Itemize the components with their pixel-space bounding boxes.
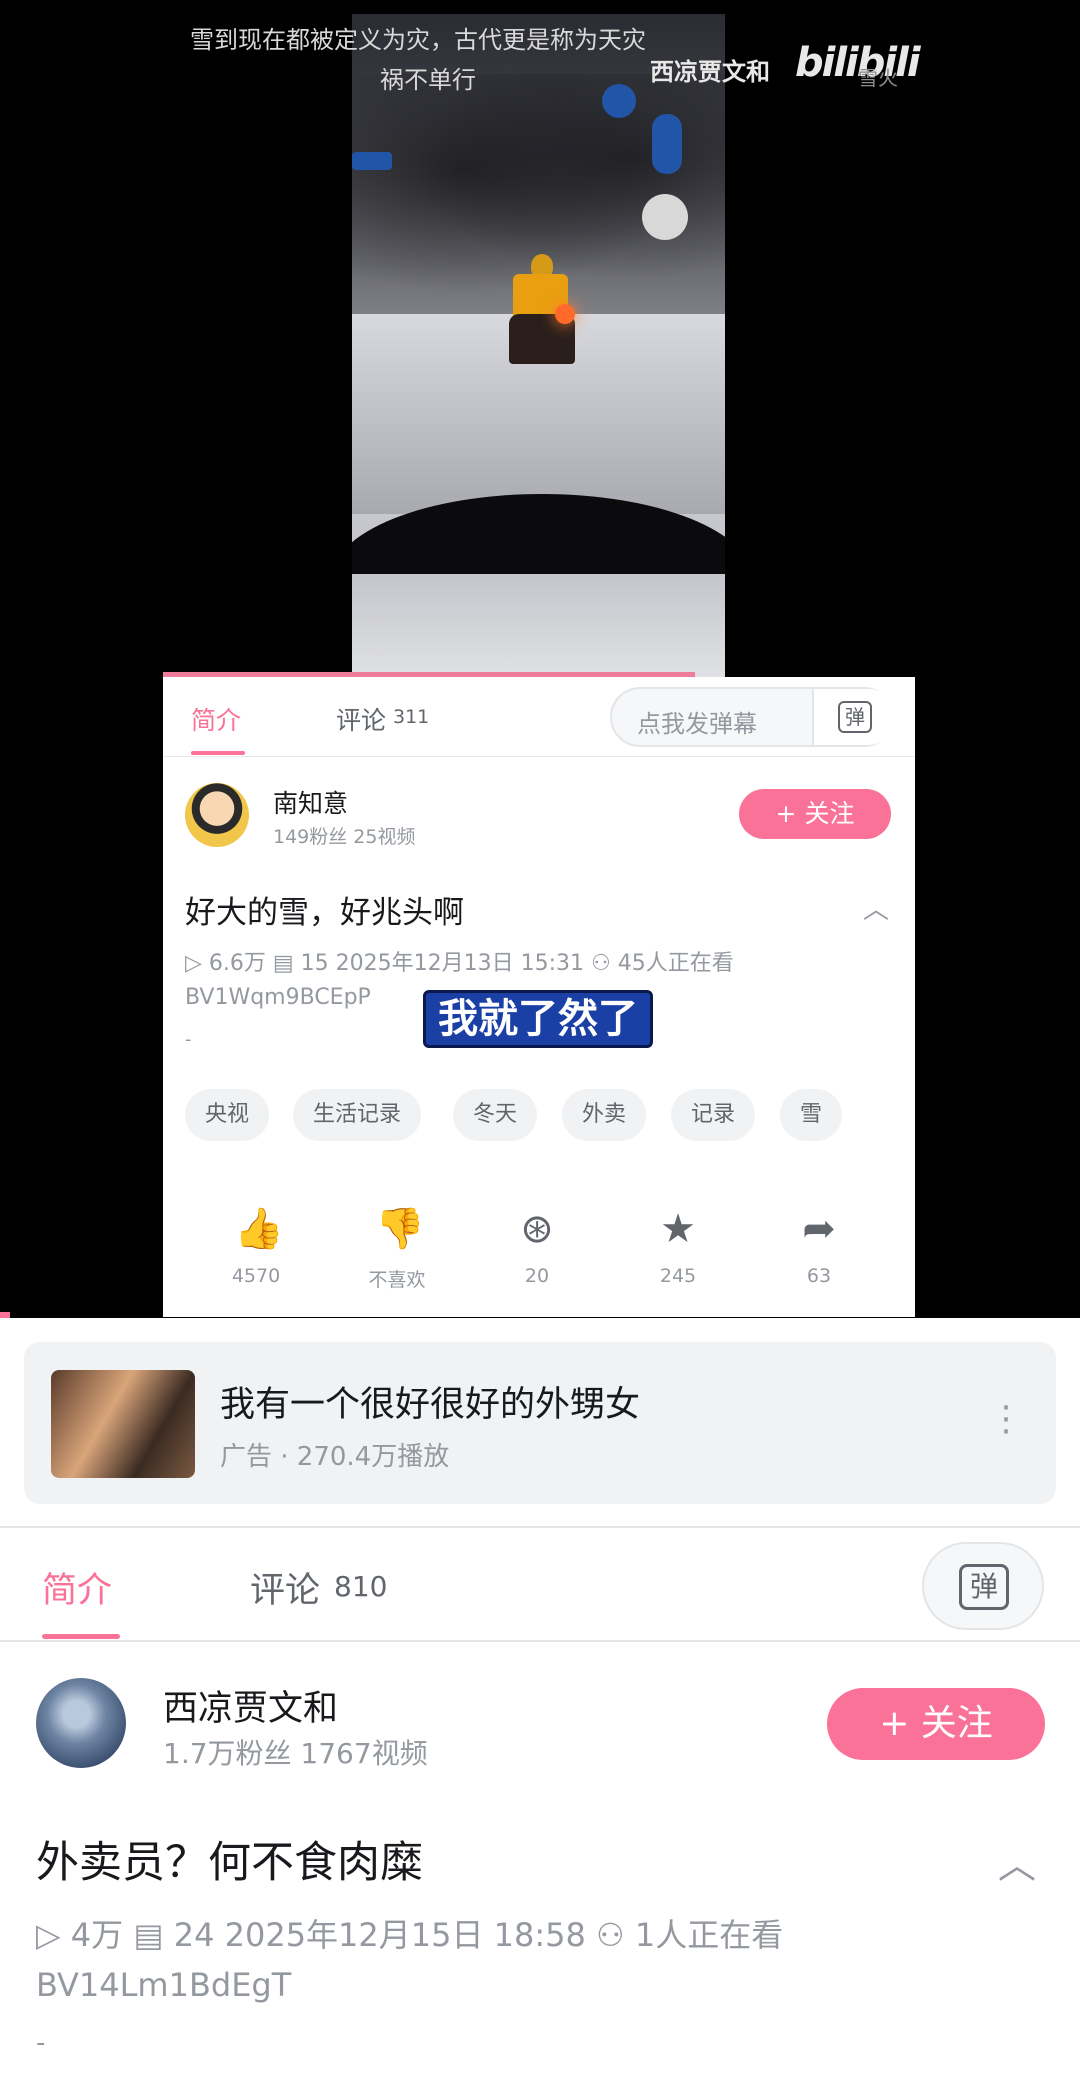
screen: 雪到现在都被定义为灾，古代更是称为天灾 祸不单行 西凉贾文和 bilibili …	[0, 0, 1080, 2079]
danmaku-toggle-button[interactable]: 弹	[922, 1542, 1044, 1630]
share-icon: ➦	[802, 1206, 836, 1252]
author-name[interactable]: 西凉贾文和	[163, 1680, 338, 1731]
danmaku-icon: 弹	[838, 701, 872, 733]
ad-subtitle: 广告 · 270.4万播放	[220, 1442, 450, 1472]
comment-count: 810	[334, 1570, 388, 1603]
video-scene-snow	[352, 574, 725, 677]
share-button[interactable]: ➦ 63	[769, 1207, 869, 1287]
tag-chip[interactable]: 雪	[780, 1089, 843, 1141]
dislike-button[interactable]: 👎 不喜欢	[347, 1207, 447, 1292]
road-sign	[352, 152, 392, 170]
chevron-up-icon[interactable]: ︿	[998, 1834, 1036, 1889]
video-title: 外卖员？何不食肉糜	[36, 1838, 423, 1888]
video-frame[interactable]	[352, 14, 725, 677]
card-tab-comments[interactable]: 评论	[336, 701, 386, 737]
road-sign	[652, 114, 682, 174]
speed-sign	[642, 194, 688, 240]
chevron-up-icon[interactable]: ︿	[863, 889, 889, 926]
author-stats: 1.7万粉丝 1767视频	[163, 1737, 428, 1770]
progress-indicator	[0, 1312, 10, 1318]
bilibili-logo-tail: 雪火	[858, 66, 898, 90]
follow-button[interactable]: + 关注	[827, 1688, 1045, 1760]
tag-chip[interactable]: 冬天	[453, 1089, 538, 1141]
video-bvid: BV1Wqm9BCEpP	[185, 985, 371, 1010]
video-watermark: 西凉贾文和	[650, 58, 770, 86]
ad-thumbnail[interactable]	[51, 1370, 195, 1478]
more-icon[interactable]: · · ·	[999, 1391, 1013, 1449]
like-count: 4570	[231, 1265, 281, 1287]
video-meta: ▷ 4万 ▤ 24 2025年12月15日 18:58 ⚇ 1人正在看	[36, 1916, 784, 1954]
dislike-label: 不喜欢	[368, 1269, 426, 1291]
video-desc: -	[36, 2028, 46, 2058]
delivery-rider	[507, 244, 577, 364]
tag-chip[interactable]: 央视	[185, 1089, 270, 1141]
coin-button[interactable]: ⊛ 20	[487, 1207, 587, 1287]
video-bvid: BV14Lm1BdEgT	[36, 1966, 292, 2004]
author-stats: 149粉丝 25视频	[273, 826, 416, 848]
video-caption-overlay: 我就了然了	[423, 990, 653, 1048]
dislike-icon: 👎	[375, 1206, 425, 1252]
card-comment-count: 311	[393, 706, 430, 728]
favorite-button[interactable]: ★ 245	[628, 1207, 728, 1287]
share-count: 63	[806, 1265, 832, 1287]
tab-comments[interactable]: 评论	[250, 1562, 320, 1613]
tag-list: 央视 生活记录 冬天 外卖 记录 雪	[185, 1089, 905, 1145]
video-desc: -	[185, 1029, 192, 1050]
avatar[interactable]	[185, 783, 249, 847]
ad-card[interactable]: 我有一个很好很好的外甥女 广告 · 270.4万播放 · · ·	[24, 1342, 1056, 1504]
video-title: 好大的雪，好兆头啊	[185, 895, 464, 931]
tag-chip[interactable]: 记录	[671, 1089, 756, 1141]
card-tab-intro[interactable]: 简介	[191, 701, 241, 737]
favorite-icon: ★	[660, 1206, 696, 1252]
like-button[interactable]: 👍 4570	[206, 1207, 306, 1287]
card-tab-indicator	[191, 751, 245, 755]
favorite-count: 245	[659, 1265, 697, 1287]
card-tabs: 简介 评论 311 点我发弹幕 弹	[163, 677, 915, 757]
like-icon: 👍	[234, 1206, 284, 1252]
video-subtitle-line2: 祸不单行	[380, 66, 476, 94]
road-sign	[602, 84, 636, 118]
danmaku-placeholder: 点我发弹幕	[637, 710, 757, 738]
tab-indicator	[42, 1634, 120, 1639]
bilibili-logo: bilibili	[795, 40, 921, 86]
action-bar: 👍 4570 👎 不喜欢 ⊛ 20 ★ 245 ➦ 63	[163, 1207, 915, 1317]
avatar[interactable]	[36, 1678, 126, 1768]
ad-title[interactable]: 我有一个很好很好的外甥女	[220, 1376, 640, 1427]
coin-count: 20	[524, 1265, 550, 1287]
divider	[0, 1640, 1080, 1642]
tag-chip[interactable]: 生活记录	[293, 1089, 422, 1141]
card-danmaku-input[interactable]: 点我发弹幕 弹	[610, 687, 896, 747]
tag-chip[interactable]: 外卖	[562, 1089, 647, 1141]
danmaku-toggle-button[interactable]: 弹	[812, 689, 896, 745]
video-subtitle-line1: 雪到现在都被定义为灾，古代更是称为天灾	[190, 26, 646, 54]
divider	[0, 1526, 1080, 1528]
author-name[interactable]: 南知意	[273, 784, 348, 820]
follow-button[interactable]: + 关注	[739, 789, 891, 839]
video-meta: ▷ 6.6万 ▤ 15 2025年12月13日 15:31 ⚇ 45人正在看	[185, 951, 734, 976]
danmaku-off-icon: 弹	[959, 1564, 1009, 1610]
coin-icon: ⊛	[520, 1206, 554, 1252]
tab-intro[interactable]: 简介	[42, 1562, 112, 1613]
